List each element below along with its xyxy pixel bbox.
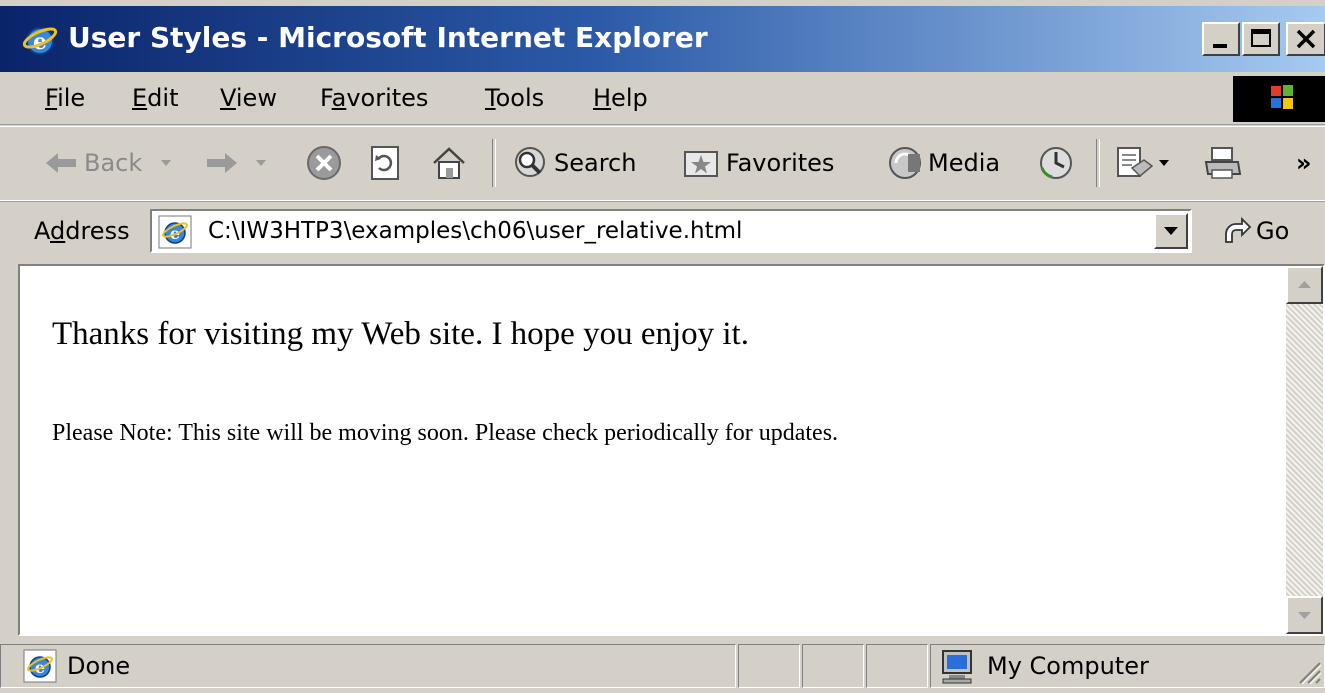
page-viewport: Thanks for visiting my Web site. I hope …	[18, 264, 1325, 636]
menu-favorites[interactable]: Favorites	[320, 82, 428, 114]
favorites-label: Favorites	[726, 149, 835, 177]
history-button[interactable]	[1036, 143, 1076, 183]
menu-edit-label: dit	[147, 84, 179, 112]
menu-favorites-label: vorites	[346, 84, 429, 112]
my-computer-icon	[942, 650, 972, 684]
chevron-label: »	[1296, 149, 1312, 177]
status-zone-pane: My Computer	[930, 644, 1325, 688]
media-label: Media	[928, 149, 1001, 177]
page-ie-icon: e	[158, 215, 192, 249]
status-text: Done	[67, 652, 131, 680]
windows-logo-icon	[1271, 85, 1293, 109]
menu-help-accel: H	[593, 84, 612, 112]
print-icon	[1204, 147, 1242, 179]
status-pane-3	[866, 644, 928, 688]
address-label: Address	[34, 215, 130, 247]
home-button[interactable]	[430, 143, 468, 183]
menu-edit-accel: E	[132, 84, 148, 112]
arrow-down-icon	[1298, 612, 1311, 619]
page-content: Thanks for visiting my Web site. I hope …	[20, 266, 1286, 634]
address-label-post: dress	[65, 217, 130, 245]
mail-icon	[1117, 147, 1154, 178]
chevron-down-icon	[161, 160, 172, 166]
status-pane-progress	[738, 644, 800, 688]
go-label: Go	[1256, 217, 1290, 245]
vertical-scrollbar[interactable]	[1286, 266, 1323, 634]
status-bar: e Done My Computer	[0, 638, 1325, 693]
close-button[interactable]	[1286, 22, 1325, 56]
page-done-icon: e	[23, 649, 57, 683]
back-arrow-icon	[46, 153, 76, 173]
address-url: C:\IW3HTP3\examples\ch06\user_relative.h…	[208, 218, 743, 244]
back-button[interactable]: Back	[44, 143, 172, 183]
menu-file[interactable]: File	[45, 82, 85, 114]
menu-bar: File Edit View Favorites Tools Help	[0, 72, 1325, 125]
print-button[interactable]	[1202, 143, 1244, 183]
status-text-pane: e Done	[0, 644, 736, 688]
stop-icon	[307, 146, 341, 180]
menu-file-label: ile	[57, 84, 86, 112]
favorites-button[interactable]: Favorites	[682, 143, 834, 183]
windows-throbber	[1233, 76, 1325, 122]
address-bar: Address e C:\IW3HTP3\examples\ch06\user_…	[0, 200, 1325, 263]
refresh-button[interactable]	[368, 143, 402, 183]
resize-grip-icon[interactable]	[1294, 657, 1322, 685]
scroll-up-button[interactable]	[1286, 266, 1323, 304]
forward-button[interactable]	[205, 143, 267, 183]
menu-view[interactable]: View	[220, 82, 277, 114]
media-button[interactable]: Media	[886, 143, 1000, 183]
back-label: Back	[84, 149, 143, 177]
go-button[interactable]: Go	[1222, 215, 1289, 247]
window-title: User Styles - Microsoft Internet Explore…	[68, 21, 708, 54]
ie-logo-icon: e	[22, 27, 58, 55]
refresh-icon	[371, 146, 399, 180]
arrow-up-icon	[1298, 281, 1311, 288]
note-paragraph: Please Note: This site will be moving so…	[52, 420, 839, 446]
address-dropdown-button[interactable]	[1154, 213, 1188, 249]
forward-arrow-icon	[207, 153, 237, 173]
mail-button[interactable]	[1114, 143, 1170, 183]
menu-file-accel: F	[45, 84, 58, 112]
favorites-star-icon	[684, 151, 718, 177]
minimize-button[interactable]	[1202, 22, 1240, 56]
scroll-down-button[interactable]	[1286, 596, 1323, 634]
security-zone-label: My Computer	[987, 652, 1149, 680]
status-pane-2	[802, 644, 864, 688]
home-icon	[433, 147, 465, 179]
menu-tools-accel: T	[485, 84, 496, 112]
maximize-icon	[1251, 29, 1271, 47]
maximize-button[interactable]	[1242, 22, 1280, 56]
toolbar-overflow-chevron[interactable]: »	[1296, 143, 1312, 183]
search-label: Search	[554, 149, 637, 177]
go-arrow-icon	[1225, 216, 1252, 243]
menu-tools-label: ools	[495, 84, 545, 112]
chevron-down-icon	[256, 160, 266, 166]
menu-help[interactable]: Help	[593, 82, 648, 114]
search-button[interactable]: Search	[510, 143, 636, 183]
menu-view-accel: V	[220, 84, 236, 112]
minimize-icon	[1213, 44, 1227, 48]
address-label-accel: d	[50, 217, 66, 245]
menu-view-label: iew	[235, 84, 277, 112]
browser-window: e User Styles - Microsoft Internet Explo…	[0, 0, 1325, 693]
history-icon	[1040, 147, 1072, 179]
title-bar[interactable]: e User Styles - Microsoft Internet Explo…	[0, 6, 1325, 72]
chevron-down-icon	[1159, 160, 1169, 166]
chevron-down-icon	[1164, 227, 1178, 235]
close-icon	[1296, 29, 1316, 49]
menu-help-label: elp	[611, 84, 648, 112]
greeting-paragraph: Thanks for visiting my Web site. I hope …	[52, 316, 749, 352]
toolbar-separator	[1096, 139, 1100, 187]
search-icon	[515, 147, 545, 177]
standard-toolbar: Back Search Favorites Media »	[0, 126, 1325, 202]
menu-tools[interactable]: Tools	[485, 82, 544, 114]
media-icon	[889, 147, 921, 179]
stop-button[interactable]	[305, 143, 343, 183]
toolbar-separator	[492, 139, 496, 187]
menu-favorites-accel: a	[331, 84, 347, 112]
address-label-pre: A	[34, 217, 50, 245]
menu-favorites-prefix: F	[320, 84, 332, 112]
address-input[interactable]: e C:\IW3HTP3\examples\ch06\user_relative…	[150, 209, 1192, 253]
menu-edit[interactable]: Edit	[132, 82, 178, 114]
